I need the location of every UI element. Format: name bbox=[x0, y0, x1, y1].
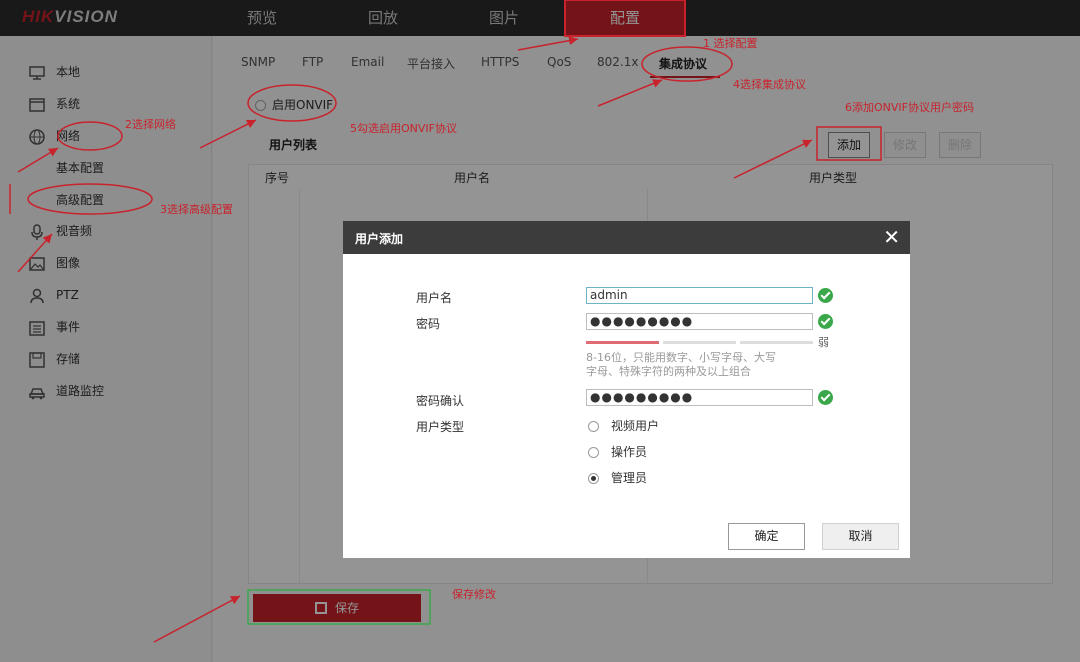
annotation-step2: 2选择网络 bbox=[125, 118, 176, 131]
arrow-save bbox=[153, 595, 241, 643]
annotation-step4: 4选择集成协议 bbox=[733, 78, 806, 91]
annotation-step1: 1 选择配置 bbox=[703, 37, 758, 50]
arrow-add bbox=[733, 139, 813, 179]
circle-onvif bbox=[247, 84, 337, 122]
arrow-integration bbox=[597, 79, 663, 107]
annotation-step5: 5勾选启用ONVIF协议 bbox=[350, 122, 457, 135]
arrow-advanced bbox=[17, 233, 53, 273]
highlight-save bbox=[247, 589, 431, 625]
annotation-save: 保存修改 bbox=[452, 588, 496, 601]
circle-integration-tab bbox=[641, 46, 733, 82]
highlight-config-tab bbox=[564, 0, 686, 37]
circle-network bbox=[57, 121, 123, 151]
arrow-network bbox=[17, 147, 59, 173]
annotation-step6: 6添加ONVIF协议用户密码 bbox=[845, 101, 974, 114]
highlight-add-button bbox=[816, 126, 882, 161]
arrow-onvif bbox=[199, 119, 257, 149]
annotation-step3: 3选择高级配置 bbox=[160, 203, 233, 216]
circle-advanced-config bbox=[27, 183, 153, 215]
arrow-config bbox=[517, 36, 579, 51]
